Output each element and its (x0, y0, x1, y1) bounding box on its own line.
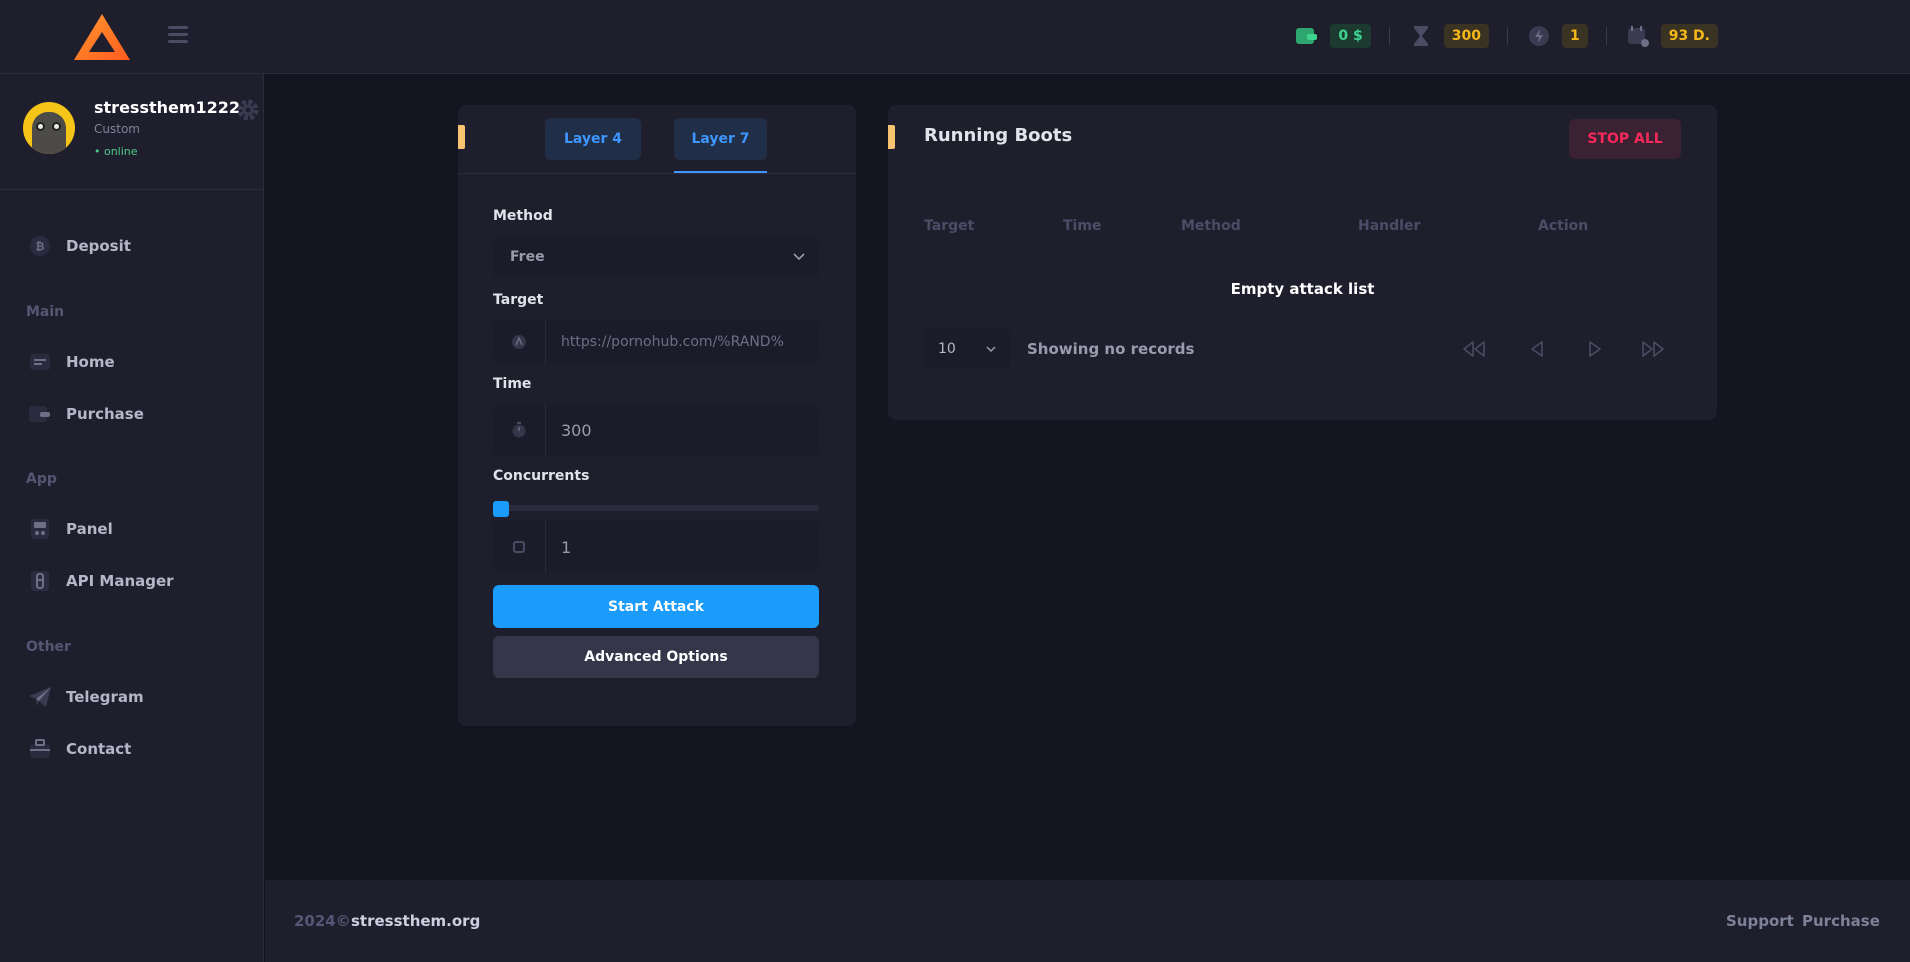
calendar-icon (1625, 23, 1651, 49)
sidebar-item-label: Telegram (66, 688, 144, 706)
page-size-select[interactable]: 10 (924, 329, 1010, 369)
purchase-link[interactable]: Purchase (1802, 912, 1880, 930)
column-header-time[interactable]: Time (1063, 218, 1101, 234)
first-page-icon[interactable] (1461, 337, 1487, 361)
attack-form-card: Layer 4 Layer 7 Method Free Target https… (458, 105, 856, 726)
account-stats: 0 $ 300 1 93 D. (1294, 22, 1718, 50)
square-icon (493, 521, 546, 573)
sidebar-item-deposit[interactable]: ₿ Deposit (28, 232, 131, 260)
home-icon (28, 350, 52, 374)
gear-icon[interactable] (236, 98, 260, 122)
sidebar-item-label: Panel (66, 520, 113, 538)
sidebar-item-label: API Manager (66, 572, 174, 590)
records-info: Showing no records (1027, 340, 1195, 358)
menu-toggle-icon[interactable] (168, 26, 188, 44)
empty-list-message: Empty attack list (1230, 280, 1375, 298)
section-other: Other (26, 639, 71, 655)
online-status: • online (94, 145, 138, 158)
username: stressthem1222 (94, 98, 241, 117)
chevron-down-icon (986, 345, 996, 352)
time-value: 300 (561, 420, 592, 440)
tab-layer-7[interactable]: Layer 7 (674, 118, 767, 173)
next-page-icon[interactable] (1582, 337, 1608, 361)
start-attack-button[interactable]: Start Attack (493, 585, 819, 628)
concurrents-value: 1 (561, 537, 572, 557)
wallet-icon (28, 402, 52, 426)
concurrents-stat: 1 (1526, 23, 1588, 49)
api-icon (28, 569, 52, 593)
stop-all-button[interactable]: STOP ALL (1569, 119, 1681, 159)
sidebar-item-purchase[interactable]: Purchase (28, 400, 144, 428)
copyright-year: 2024© (294, 912, 351, 930)
max-time-badge: 300 (1443, 24, 1489, 48)
column-header-action: Action (1538, 218, 1589, 234)
triangle-logo-icon[interactable] (72, 12, 132, 62)
last-page-icon[interactable] (1640, 337, 1666, 361)
column-header-target[interactable]: Target (924, 218, 974, 234)
sidebar-item-label: Contact (66, 740, 132, 758)
chevron-down-icon (779, 253, 819, 261)
days-badge: 93 D. (1660, 24, 1718, 48)
divider (1388, 27, 1390, 45)
method-label: Method (493, 208, 553, 224)
layer-tabs: Layer 4 Layer 7 (458, 105, 856, 174)
method-select[interactable]: Free (493, 236, 819, 278)
balance-badge: 0 $ (1330, 24, 1371, 48)
link-icon (493, 320, 546, 364)
bitcoin-icon: ₿ (28, 234, 52, 258)
site-link[interactable]: stressthem.org (351, 912, 480, 930)
user-profile: stressthem1222 Custom • online (0, 74, 263, 190)
top-header: 0 $ 300 1 93 D. (0, 0, 1910, 74)
tab-layer-4[interactable]: Layer 4 (545, 118, 641, 160)
section-app: App (26, 471, 57, 487)
telegram-icon (28, 685, 52, 709)
avatar[interactable] (23, 102, 75, 154)
section-main: Main (26, 304, 65, 320)
divider (1605, 27, 1607, 45)
sidebar-item-label: Purchase (66, 405, 144, 423)
column-header-handler[interactable]: Handler (1358, 218, 1420, 234)
page-size-value: 10 (938, 341, 956, 357)
concurrents-badge: 1 (1561, 24, 1588, 48)
divider (1506, 27, 1508, 45)
support-link[interactable]: Support (1726, 912, 1794, 930)
time-stat: 300 (1408, 23, 1489, 49)
target-placeholder: https://pornohub.com/%RAND% (561, 334, 784, 350)
footer: 2024© stressthem.org Support Purchase (265, 880, 1910, 962)
concurrents-slider-handle[interactable] (493, 501, 509, 517)
sidebar-item-label: Deposit (66, 237, 131, 255)
time-label: Time (493, 376, 532, 392)
hourglass-icon (1408, 23, 1434, 49)
svg-text:₿: ₿ (36, 240, 45, 253)
previous-page-icon[interactable] (1524, 337, 1550, 361)
time-input[interactable]: 300 (493, 404, 819, 456)
sidebar-item-telegram[interactable]: Telegram (28, 683, 144, 711)
panel-icon (28, 517, 52, 541)
target-input[interactable]: https://pornohub.com/%RAND% (493, 320, 819, 364)
wallet-icon (1294, 23, 1320, 49)
concurrents-input[interactable]: 1 (493, 521, 819, 573)
sidebar-item-contact[interactable]: Contact (28, 735, 131, 763)
target-label: Target (493, 292, 544, 308)
method-value: Free (510, 249, 545, 265)
sidebar: stressthem1222 Custom • online ₿ Deposit… (0, 74, 264, 962)
sidebar-item-label: Home (66, 353, 115, 371)
concurrents-slider-track[interactable] (493, 505, 819, 511)
sidebar-item-panel[interactable]: Panel (28, 515, 113, 543)
concurrents-label: Concurrents (493, 468, 590, 484)
sidebar-item-api-manager[interactable]: API Manager (28, 567, 174, 595)
stopwatch-icon (493, 404, 546, 456)
advanced-options-button[interactable]: Advanced Options (493, 636, 819, 678)
running-title: Running Boots (924, 125, 1073, 146)
running-boots-card: Running Boots STOP ALL Target Time Metho… (888, 105, 1717, 420)
card-accent (888, 125, 895, 149)
balance-stat: 0 $ (1294, 23, 1371, 49)
bolt-icon (1526, 23, 1552, 49)
user-role: Custom (94, 122, 140, 136)
column-header-method[interactable]: Method (1181, 218, 1241, 234)
sidebar-item-home[interactable]: Home (28, 348, 115, 376)
days-stat: 93 D. (1625, 23, 1718, 49)
briefcase-icon (28, 737, 52, 761)
